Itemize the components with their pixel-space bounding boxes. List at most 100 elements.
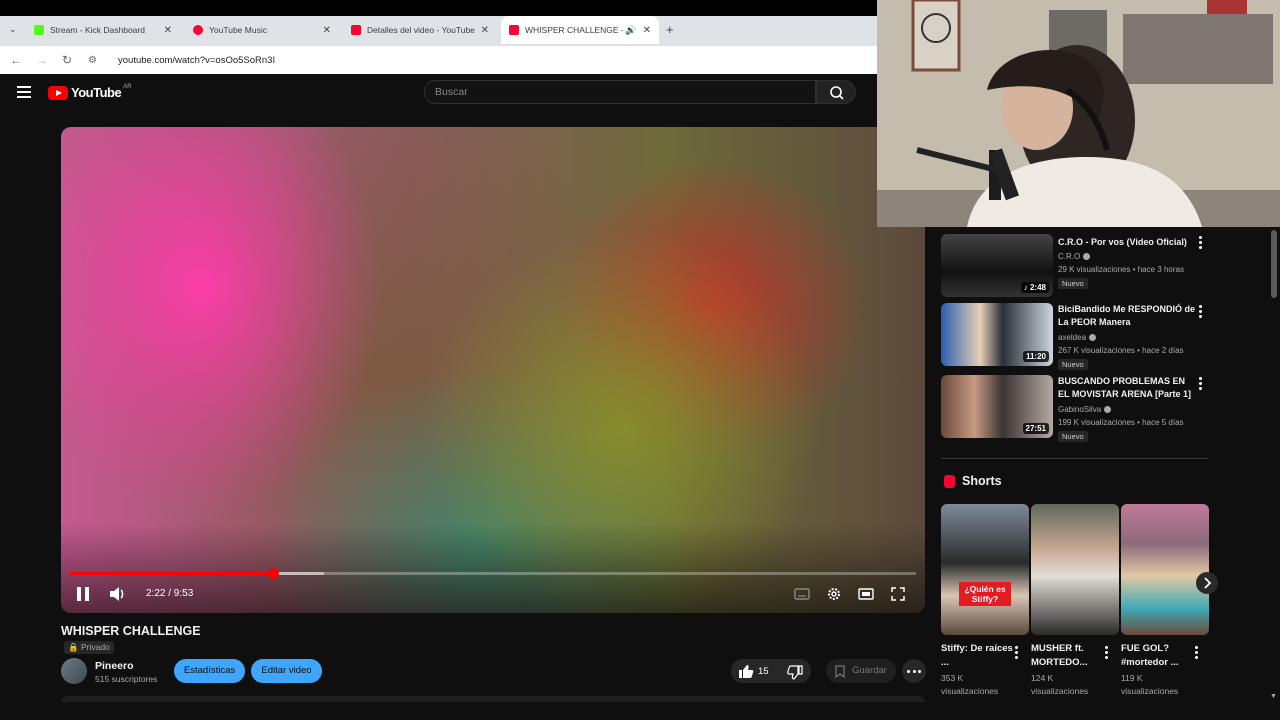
more-options-icon[interactable] (1015, 646, 1019, 661)
short-title[interactable]: FUE GOL? #mortedor ... (1121, 642, 1201, 670)
channel-avatar[interactable] (61, 658, 87, 684)
tab-label: YouTube Music (209, 25, 267, 35)
short-item[interactable]: MUSHER ft. MORTEDO... 124 K visualizacio… (1031, 504, 1119, 696)
video-player[interactable]: 2:22 / 9:53 (61, 127, 925, 613)
short-views: 119 K visualizaciones (1121, 673, 1179, 696)
verified-icon (1083, 253, 1091, 260)
short-title[interactable]: MUSHER ft. MORTEDO... (1031, 642, 1111, 670)
youtube-header: YouTube AR Buscar (0, 74, 877, 112)
chevron-right-icon (1204, 577, 1212, 589)
privacy-label: Privado (80, 642, 110, 652)
edit-video-button[interactable]: Editar video (251, 659, 322, 683)
forward-icon[interactable]: → (36, 53, 52, 67)
page-scrollbar[interactable] (1271, 230, 1277, 298)
close-tab-icon[interactable]: ✕ (643, 25, 651, 36)
tab-whisper-challenge[interactable]: WHISPER CHALLENGE - YouTube 🔊 ✕ (501, 16, 659, 44)
back-icon[interactable]: ← (10, 53, 26, 67)
thumbnail-caption: ¿Quién es Stiffy? (959, 582, 1011, 606)
tab-youtube-studio[interactable]: Detalles del video - YouTube Studio ✕ (343, 18, 497, 42)
search-button[interactable] (816, 80, 856, 104)
related-video-item[interactable]: 11:20 BiciBandido Me RESPONDIÓ de La PEO… (941, 303, 1211, 370)
top-bar (0, 0, 877, 16)
progress-bar[interactable] (70, 568, 916, 579)
fullscreen-icon[interactable] (890, 586, 906, 602)
tab-list-chevron-icon[interactable]: ⌄ (9, 24, 17, 35)
scroll-down-arrow-icon[interactable]: ▼ (1270, 693, 1277, 700)
reload-icon[interactable]: ↻ (62, 53, 78, 67)
hamburger-menu-icon[interactable] (17, 86, 31, 98)
video-meta: 267 K visualizaciones • hace 2 días (1058, 346, 1184, 355)
video-title[interactable]: BiciBandido Me RESPONDIÓ de La PEOR Mane… (1058, 303, 1198, 329)
channel-name[interactable]: axeldea (1058, 333, 1097, 342)
short-thumbnail[interactable]: ¿Quién es Stiffy? (941, 504, 1029, 635)
youtube-logo[interactable]: YouTube AR (48, 84, 132, 100)
related-video-item[interactable]: ♪ 2:48 C.R.O - Por vos (Video Oficial) C… (941, 234, 1211, 298)
new-badge: Nuevo (1058, 431, 1088, 442)
short-item[interactable]: ¿Quién es Stiffy? Stiffy: De raíces ... … (941, 504, 1029, 696)
channel-name[interactable]: GabinoSilva (1058, 405, 1112, 414)
close-tab-icon[interactable]: ✕ (323, 25, 331, 36)
audio-playing-icon[interactable]: 🔊 (625, 25, 636, 36)
video-thumbnail[interactable]: 27:51 (941, 375, 1053, 438)
short-thumbnail[interactable] (1031, 504, 1119, 635)
tab-youtube-music[interactable]: YouTube Music ✕ (185, 18, 339, 42)
kick-favicon-icon (34, 25, 44, 35)
privacy-badge: 🔒 Privado (64, 641, 114, 654)
new-tab-icon[interactable]: + (666, 22, 674, 37)
short-item[interactable]: FUE GOL? #mortedor ... 119 K visualizaci… (1121, 504, 1209, 696)
logo-wordmark: YouTube (71, 85, 122, 100)
address-bar: ← → ↻ ⚙ youtube.com/watch?v=osOo5SoRn3I (0, 46, 877, 74)
close-tab-icon[interactable]: ✕ (481, 25, 489, 36)
duration-badge: 27:51 (1022, 423, 1049, 434)
url-field[interactable]: youtube.com/watch?v=osOo5SoRn3I (118, 55, 275, 66)
youtube-play-icon (48, 85, 68, 100)
volume-icon[interactable] (109, 586, 127, 602)
short-title[interactable]: Stiffy: De raíces ... (941, 642, 1021, 670)
channel-name[interactable]: C.R.O (1058, 252, 1091, 261)
search-input[interactable]: Buscar (424, 80, 816, 104)
tab-label: Detalles del video - YouTube Studio (367, 25, 477, 35)
lock-icon: 🔒 (68, 642, 79, 652)
verified-icon (1104, 406, 1112, 413)
more-options-icon[interactable] (1195, 646, 1199, 661)
close-tab-icon[interactable]: ✕ (164, 25, 172, 36)
subtitles-icon[interactable] (794, 586, 810, 602)
site-info-icon[interactable]: ⚙ (88, 55, 104, 66)
search-icon (830, 86, 844, 100)
video-thumbnail[interactable]: ♪ 2:48 (941, 234, 1053, 297)
thumbs-up-icon[interactable] (738, 664, 754, 679)
short-thumbnail[interactable] (1121, 504, 1209, 635)
duration-badge: ♪ 2:48 (1020, 282, 1049, 293)
section-divider (941, 458, 1209, 459)
new-badge: Nuevo (1058, 359, 1088, 370)
save-icon (835, 665, 845, 678)
more-options-icon[interactable] (1199, 305, 1207, 320)
more-options-icon[interactable] (1105, 646, 1109, 661)
shorts-next-button[interactable] (1196, 572, 1218, 594)
channel-name[interactable]: Pineero (95, 660, 134, 672)
webcam-feed-image (877, 0, 1280, 227)
progress-scrubber[interactable] (268, 568, 280, 579)
settings-gear-icon[interactable] (826, 586, 842, 602)
duration-label: 2:48 (1029, 283, 1046, 292)
more-actions-button[interactable] (902, 659, 926, 683)
channel-label: C.R.O (1058, 252, 1081, 261)
theater-mode-icon[interactable] (858, 586, 874, 602)
thumbs-down-icon[interactable] (787, 665, 803, 680)
related-video-item[interactable]: 27:51 BUSCANDO PROBLEMAS EN EL MOVISTAR … (941, 375, 1211, 442)
progress-played (70, 572, 274, 575)
video-title[interactable]: C.R.O - Por vos (Video Oficial) (1058, 236, 1198, 249)
channel-label: GabinoSilva (1058, 405, 1102, 414)
more-options-icon[interactable] (1199, 236, 1207, 251)
description-box-edge (61, 696, 925, 702)
channel-label: axeldea (1058, 333, 1087, 342)
youtube-music-favicon-icon (193, 25, 203, 35)
video-thumbnail[interactable]: 11:20 (941, 303, 1053, 366)
new-badge: Nuevo (1058, 278, 1088, 289)
like-count: 15 (758, 666, 769, 677)
tab-kick-dashboard[interactable]: Stream - Kick Dashboard ✕ (26, 18, 180, 42)
more-options-icon[interactable] (1199, 377, 1207, 392)
video-title[interactable]: BUSCANDO PROBLEMAS EN EL MOVISTAR ARENA … (1058, 375, 1198, 401)
stats-button[interactable]: Estadísticas (174, 659, 245, 683)
pause-icon[interactable] (77, 587, 89, 601)
